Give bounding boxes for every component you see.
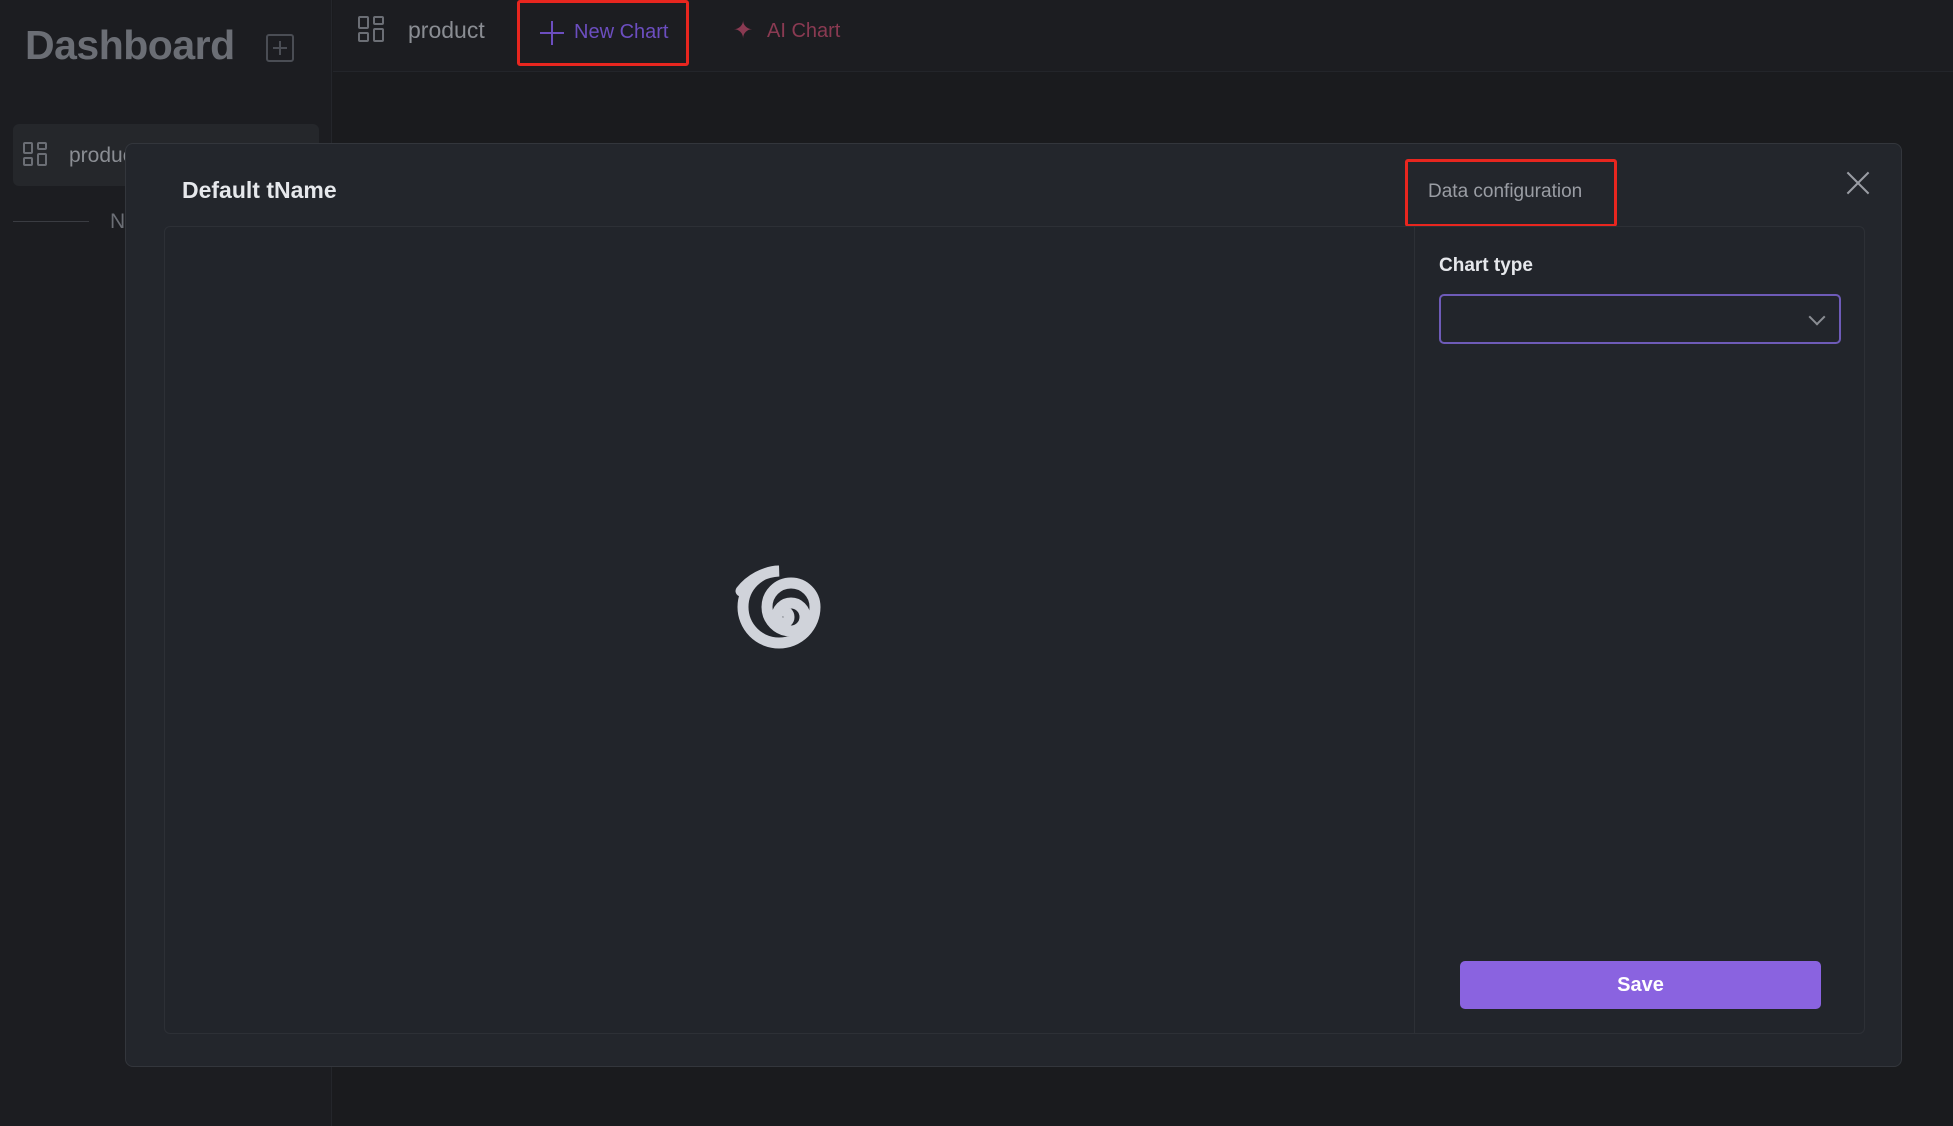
dashboard-title: Dashboard <box>25 22 235 68</box>
plus-icon <box>540 21 564 45</box>
data-configuration-label: Data configuration <box>1428 181 1583 202</box>
tab-product-label: product <box>408 17 485 43</box>
ai-chart-label: AI Chart <box>767 20 841 42</box>
chart-preview <box>165 227 1415 1033</box>
modal-title: Default tName <box>182 177 337 203</box>
close-icon[interactable] <box>1845 170 1871 196</box>
config-panel: Chart type Save <box>1416 227 1864 1033</box>
chart-type-label: Chart type <box>1439 255 1533 276</box>
chart-editor-modal: Default tName Data configuration Chart t… <box>125 143 1902 1067</box>
spiral-loading-icon <box>735 565 821 649</box>
new-chart-button[interactable]: New Chart <box>517 0 689 66</box>
tab-data-configuration[interactable]: Data configuration <box>1405 159 1617 227</box>
sidebar-new-item[interactable]: N <box>110 210 125 234</box>
chart-type-select[interactable] <box>1439 294 1841 344</box>
modal-body: Chart type Save <box>164 226 1865 1034</box>
grid-icon <box>23 142 49 168</box>
sparkle-icon: ✦ <box>733 17 754 44</box>
add-dashboard-icon[interactable] <box>266 34 294 62</box>
topbar: product New Chart ✦ AI Chart <box>333 0 1953 72</box>
sidebar-divider <box>13 221 89 222</box>
save-button[interactable]: Save <box>1460 961 1821 1009</box>
chevron-down-icon <box>1808 308 1826 326</box>
new-chart-label: New Chart <box>574 21 669 43</box>
grid-icon <box>358 16 384 42</box>
